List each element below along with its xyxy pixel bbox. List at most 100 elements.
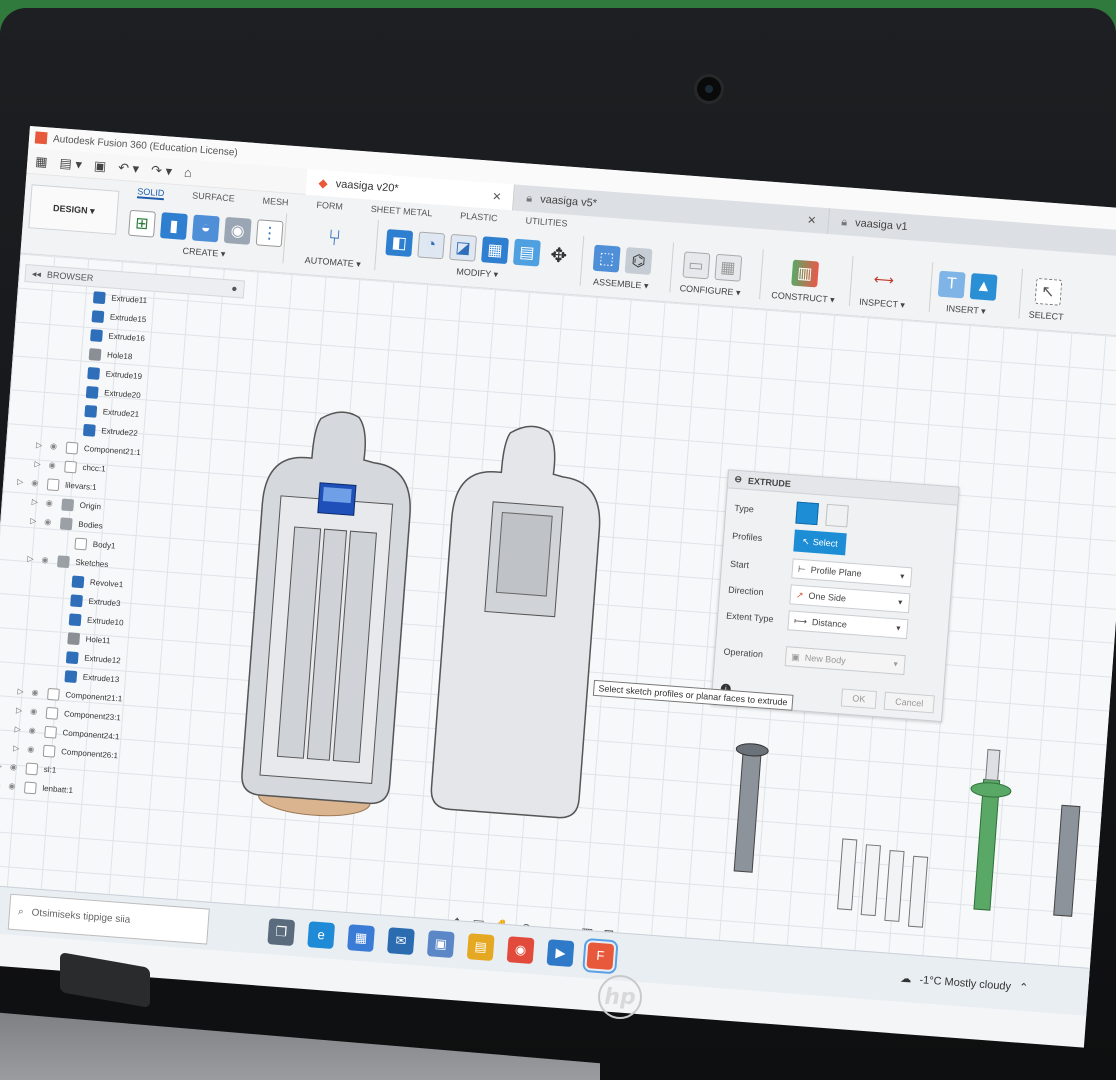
tab-plastic[interactable]: PLASTIC	[460, 207, 499, 226]
revolve-icon[interactable]: ◒	[191, 214, 220, 243]
automate-group-label[interactable]: AUTOMATE ▾	[304, 255, 361, 270]
task-view-icon[interactable]: ❐	[267, 917, 296, 946]
collapse-icon[interactable]: ◂◂	[32, 268, 42, 280]
pin-4[interactable]	[907, 855, 929, 928]
eye-icon[interactable]: ◉	[30, 707, 41, 717]
eye-icon[interactable]: ◉	[41, 555, 52, 565]
extent-type-dropdown[interactable]: ⟼ Distance ▼	[787, 610, 909, 640]
eye-icon[interactable]	[56, 580, 66, 581]
eye-icon[interactable]	[52, 637, 62, 638]
expand-arrow-icon[interactable]: ▷	[28, 516, 39, 526]
fillet-icon[interactable]: ◔	[417, 231, 446, 260]
pin-2[interactable]	[860, 844, 881, 917]
new-component-icon[interactable]: ⬚	[592, 244, 621, 273]
configure-table-icon[interactable]: ▦	[713, 253, 742, 282]
type-thin-icon[interactable]	[825, 503, 849, 528]
expand-arrow-icon[interactable]: ▷	[30, 497, 41, 507]
type-body-icon[interactable]	[795, 501, 819, 526]
eye-icon[interactable]	[67, 428, 77, 429]
chamfer-icon[interactable]: ◪	[449, 233, 478, 262]
tab-utilities[interactable]: UTILITIES	[525, 211, 568, 230]
close-icon[interactable]: ✕	[492, 189, 502, 203]
rod-part-2[interactable]	[1053, 804, 1081, 917]
start-dropdown[interactable]: ⊢ Profile Plane ▼	[791, 558, 913, 588]
cancel-button[interactable]: Cancel	[883, 691, 935, 714]
expand-arrow-icon[interactable]: ▷	[14, 705, 25, 715]
insert-group-label[interactable]: INSERT ▾	[946, 303, 986, 317]
expand-arrow-icon[interactable]: ▷	[0, 780, 3, 790]
configure-group-label[interactable]: CONFIGURE ▾	[679, 283, 741, 299]
eye-icon[interactable]	[59, 542, 69, 543]
insert-derive-icon[interactable]: T	[937, 270, 966, 299]
collapse-icon[interactable]: ⊖	[734, 474, 742, 486]
operation-dropdown[interactable]: ▣ New Body ▼	[784, 646, 906, 676]
expand-arrow-icon[interactable]: ▷	[12, 724, 23, 734]
close-icon[interactable]: ✕	[807, 213, 817, 227]
pin-3[interactable]	[884, 849, 905, 922]
eye-icon[interactable]	[55, 599, 65, 600]
redo-icon[interactable]: ↷ ▾	[151, 162, 173, 180]
eye-icon[interactable]	[76, 314, 86, 315]
expand-arrow-icon[interactable]: ▷	[11, 743, 22, 753]
eye-icon[interactable]: ◉	[10, 762, 21, 772]
weather-text[interactable]: -1°C Mostly cloudy	[919, 974, 1011, 993]
taskbar-search[interactable]: ⌕ Otsimiseks tippige siia	[7, 893, 210, 945]
eye-icon[interactable]	[49, 674, 59, 675]
move-icon[interactable]: ✥	[545, 241, 573, 269]
green-part[interactable]	[973, 778, 1001, 911]
eye-icon[interactable]: ◉	[27, 745, 38, 755]
combine-icon[interactable]: ▤	[512, 238, 541, 267]
press-pull-icon[interactable]: ◧	[385, 229, 414, 257]
automate-icon[interactable]: ⑂	[321, 224, 349, 252]
shell-icon[interactable]: ▦	[481, 236, 509, 265]
expand-arrow-icon[interactable]: ▷	[34, 440, 45, 450]
eye-icon[interactable]	[53, 618, 63, 619]
eye-icon[interactable]: ◉	[31, 688, 42, 698]
profiles-select-button[interactable]: ↖ Select	[793, 529, 847, 556]
workspace-switcher-button[interactable]: DESIGN ▾	[28, 184, 120, 235]
tab-sheet-metal[interactable]: SHEET METAL	[370, 200, 433, 221]
joint-icon[interactable]: ⌬	[624, 247, 653, 275]
eye-icon[interactable]: ◉	[48, 460, 59, 470]
expand-arrow-icon[interactable]: ▷	[15, 687, 26, 697]
create-group-label[interactable]: CREATE ▾	[182, 246, 225, 260]
eye-icon[interactable]: ◉	[45, 498, 56, 508]
fusion-taskbar-icon[interactable]: F	[582, 937, 619, 974]
eye-icon[interactable]	[70, 390, 80, 391]
tab-form[interactable]: FORM	[316, 196, 344, 214]
chevron-up-icon[interactable]: ⌃	[1019, 981, 1029, 995]
hole-icon[interactable]: ◉	[223, 216, 252, 245]
pattern-icon[interactable]: ⋮	[255, 219, 284, 248]
tab-surface[interactable]: SURFACE	[192, 186, 236, 205]
store-icon[interactable]: ▣	[426, 929, 455, 958]
calendar-icon[interactable]: ▦	[347, 923, 376, 952]
file-explorer-icon[interactable]: ▤	[466, 932, 495, 961]
undo-icon[interactable]: ↶ ▾	[118, 159, 140, 177]
direction-dropdown[interactable]: ↗ One Side ▼	[789, 584, 911, 614]
inspect-group-label[interactable]: INSPECT ▾	[859, 297, 905, 311]
eye-icon[interactable]	[72, 371, 82, 372]
eye-icon[interactable]: ◉	[50, 441, 61, 451]
insert-image-icon[interactable]: ▲	[969, 273, 998, 301]
select-cursor-icon[interactable]: ↖	[1033, 277, 1062, 306]
select-group-label[interactable]: SELECT	[1028, 309, 1064, 322]
rod-part-1[interactable]	[733, 750, 762, 873]
measure-icon[interactable]: ⟷	[870, 266, 898, 294]
browser-pin-icon[interactable]: ●	[231, 283, 238, 294]
edge-icon[interactable]: e	[307, 920, 336, 949]
eye-icon[interactable]: ◉	[44, 517, 55, 527]
create-sketch-icon[interactable]: ⊞	[128, 209, 156, 238]
extrude-icon[interactable]: ▮	[159, 212, 188, 241]
enclosure-half[interactable]	[430, 421, 607, 819]
construct-group-label[interactable]: CONSTRUCT ▾	[771, 290, 835, 306]
expand-arrow-icon[interactable]: ▷	[25, 554, 36, 564]
eye-icon[interactable]	[75, 333, 85, 334]
offset-plane-icon[interactable]: ▥	[790, 259, 819, 288]
media-player-icon[interactable]: ▶	[546, 938, 575, 967]
configure-icon[interactable]: ▭	[682, 251, 710, 280]
eye-icon[interactable]	[73, 352, 83, 353]
eye-icon[interactable]: ◉	[28, 726, 39, 736]
tab-mesh[interactable]: MESH	[262, 192, 289, 210]
tab-solid[interactable]: SOLID	[136, 182, 166, 201]
grid-icon[interactable]: ▦	[35, 153, 48, 170]
